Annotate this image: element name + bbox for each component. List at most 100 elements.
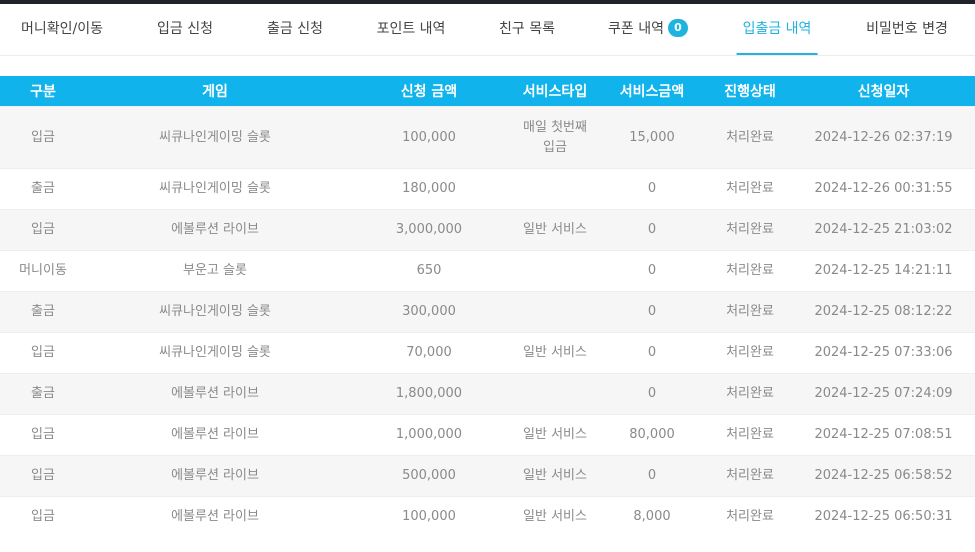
header-service-amount: 서비스금액: [596, 76, 708, 107]
cell-status: 처리완료: [708, 455, 792, 497]
cell-amount: 70,000: [344, 332, 514, 374]
tab-label: 머니확인/이동: [21, 21, 103, 37]
coupon-count-badge: 0: [667, 18, 688, 37]
header-status: 진행상태: [708, 76, 792, 107]
cell-service-amount: 0: [596, 455, 708, 497]
cell-status: 처리완료: [708, 250, 792, 292]
cell-service-type: 일반 서비스: [514, 209, 596, 251]
cell-date: 2024-12-25 14:21:11: [792, 250, 975, 292]
cell-type: 입금: [0, 106, 86, 169]
tab-transaction-history[interactable]: 입출금 내역: [736, 4, 818, 55]
cell-service-type: 일반 서비스: [514, 414, 596, 456]
cell-game: 부운고 슬롯: [86, 250, 344, 292]
cell-service-type: 일반 서비스: [514, 332, 596, 374]
cell-service-type: 일반 서비스: [514, 455, 596, 497]
tab-money-check[interactable]: 머니확인/이동: [21, 4, 103, 55]
cell-service-amount: 0: [596, 168, 708, 210]
tab-label: 포인트 내역: [376, 21, 446, 37]
transaction-table: 구분 게임 신청 금액 서비스타입 서비스금액 진행상태 신청일자 입금 씨큐나인…: [0, 76, 975, 537]
cell-date: 2024-12-26 02:37:19: [792, 106, 975, 169]
cell-service-amount: 0: [596, 209, 708, 251]
cell-status: 처리완료: [708, 168, 792, 210]
cell-type: 출금: [0, 168, 86, 210]
tab-coupon-history[interactable]: 쿠폰 내역 0: [608, 4, 688, 55]
cell-amount: 500,000: [344, 455, 514, 497]
cell-service-type: [514, 373, 596, 415]
header-amount: 신청 금액: [344, 76, 514, 107]
tab-label: 친구 목록: [499, 21, 555, 37]
cell-game: 에볼루션 라이브: [86, 209, 344, 251]
table-row: 입금 씨큐나인게이밍 슬롯 70,000 일반 서비스 0 처리완료 2024-12-25 …: [0, 332, 975, 374]
cell-date: 2024-12-25 07:24:09: [792, 373, 975, 415]
table-row: 입금 에볼루션 라이브 3,000,000 일반 서비스 0 처리완료 2024-12-25…: [0, 209, 975, 251]
tab-bar: 머니확인/이동 입금 신청 출금 신청 포인트 내역 친구 목록 쿠폰 내역 0 …: [0, 4, 975, 56]
cell-service-type: [514, 250, 596, 292]
tab-friend-list[interactable]: 친구 목록: [499, 4, 555, 55]
cell-status: 처리완료: [708, 414, 792, 456]
tab-change-password[interactable]: 비밀번호 변경: [866, 4, 948, 55]
cell-service-amount: 0: [596, 291, 708, 333]
tab-label: 출금 신청: [267, 21, 323, 37]
table-row: 출금 에볼루션 라이브 1,800,000 0 처리완료 2024-12-25 07:24…: [0, 373, 975, 415]
cell-amount: 1,000,000: [344, 414, 514, 456]
cell-game: 에볼루션 라이브: [86, 455, 344, 497]
cell-date: 2024-12-25 07:08:51: [792, 414, 975, 456]
cell-game: 씨큐나인게이밍 슬롯: [86, 332, 344, 374]
cell-service-type: 일반 서비스: [514, 496, 596, 537]
header-date: 신청일자: [792, 76, 975, 107]
cell-game: 씨큐나인게이밍 슬롯: [86, 168, 344, 210]
cell-type: 입금: [0, 414, 86, 456]
tab-label: 입출금 내역: [742, 21, 812, 37]
table-row: 입금 에볼루션 라이브 100,000 일반 서비스 8,000 처리완료 2024-12-…: [0, 496, 975, 537]
table-row: 출금 씨큐나인게이밍 슬롯 300,000 0 처리완료 2024-12-25 08:12…: [0, 291, 975, 333]
tab-withdraw-request[interactable]: 출금 신청: [267, 4, 323, 55]
cell-service-amount: 0: [596, 250, 708, 292]
cell-date: 2024-12-25 06:58:52: [792, 455, 975, 497]
cell-game: 씨큐나인게이밍 슬롯: [86, 106, 344, 169]
header-service-type: 서비스타입: [514, 76, 596, 107]
tab-label: 비밀번호 변경: [866, 21, 948, 37]
cell-type: 입금: [0, 209, 86, 251]
cell-game: 에볼루션 라이브: [86, 414, 344, 456]
tab-point-history[interactable]: 포인트 내역: [377, 4, 446, 55]
cell-type: 출금: [0, 373, 86, 415]
cell-service-type: [514, 168, 596, 210]
cell-status: 처리완료: [708, 496, 792, 537]
cell-amount: 650: [344, 250, 514, 292]
tab-label: 입금 신청: [157, 21, 213, 37]
tab-deposit-request[interactable]: 입금 신청: [157, 4, 213, 55]
header-type: 구분: [0, 76, 86, 107]
cell-game: 에볼루션 라이브: [86, 373, 344, 415]
cell-service-type: 매일 첫번째 입금: [514, 106, 596, 169]
cell-date: 2024-12-25 07:33:06: [792, 332, 975, 374]
table-row: 머니이동 부운고 슬롯 650 0 처리완료 2024-12-25 14:21:11: [0, 250, 975, 292]
cell-amount: 3,000,000: [344, 209, 514, 251]
cell-service-amount: 0: [596, 373, 708, 415]
cell-status: 처리완료: [708, 106, 792, 169]
header-game: 게임: [86, 76, 344, 107]
table-row: 입금 에볼루션 라이브 500,000 일반 서비스 0 처리완료 2024-12-25 0…: [0, 455, 975, 497]
cell-service-amount: 0: [596, 332, 708, 374]
cell-amount: 300,000: [344, 291, 514, 333]
cell-status: 처리완료: [708, 209, 792, 251]
cell-date: 2024-12-26 00:31:55: [792, 168, 975, 210]
cell-service-amount: 80,000: [596, 414, 708, 456]
cell-type: 입금: [0, 332, 86, 374]
table-row: 출금 씨큐나인게이밍 슬롯 180,000 0 처리완료 2024-12-26 00:31…: [0, 168, 975, 210]
cell-date: 2024-12-25 21:03:02: [792, 209, 975, 251]
cell-amount: 1,800,000: [344, 373, 514, 415]
cell-game: 씨큐나인게이밍 슬롯: [86, 291, 344, 333]
cell-type: 입금: [0, 455, 86, 497]
table-header-row: 구분 게임 신청 금액 서비스타입 서비스금액 진행상태 신청일자: [0, 76, 975, 107]
cell-service-amount: 8,000: [596, 496, 708, 537]
cell-service-type: [514, 291, 596, 333]
cell-type: 머니이동: [0, 250, 86, 292]
cell-service-amount: 15,000: [596, 106, 708, 169]
cell-date: 2024-12-25 06:50:31: [792, 496, 975, 537]
cell-amount: 100,000: [344, 106, 514, 169]
table-row: 입금 씨큐나인게이밍 슬롯 100,000 매일 첫번째 입금 15,000 처리완료 20…: [0, 106, 975, 169]
cell-type: 입금: [0, 496, 86, 537]
table-row: 입금 에볼루션 라이브 1,000,000 일반 서비스 80,000 처리완료 2024-…: [0, 414, 975, 456]
cell-amount: 100,000: [344, 496, 514, 537]
cell-type: 출금: [0, 291, 86, 333]
